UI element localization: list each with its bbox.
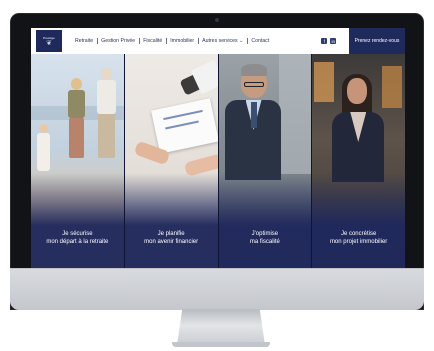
nav-item-autres-services[interactable]: Autres services ⌄	[202, 38, 243, 44]
logo[interactable]: Prestige ❦	[36, 30, 62, 52]
camera-dot	[215, 18, 219, 22]
panel-overlay	[31, 173, 124, 268]
caption-line2: mon projet immobilier	[329, 238, 388, 245]
caption-line1: Je concrétise	[340, 231, 377, 237]
panel-overlay	[218, 173, 312, 268]
monitor-frame: Prestige ❦ Retraite Gestion Privée Fisca…	[10, 13, 424, 310]
nav-divider	[165, 38, 167, 44]
caption-line1: J'optimise	[251, 231, 279, 237]
hero-panel-retraite[interactable]: Je sécurise mon départ à la retraite	[31, 54, 124, 268]
laurel-icon: ❦	[46, 39, 52, 47]
nav-item-contact[interactable]: Contact	[251, 38, 269, 44]
hero-panel-fiscalite[interactable]: J'optimise ma fiscalité	[217, 54, 312, 268]
panel-caption: Je concrétise mon projet immobilier	[312, 231, 405, 246]
main-nav: Retraite Gestion Privée Fiscalité Immobi…	[75, 28, 269, 54]
nav-item-fiscalite[interactable]: Fiscalité	[143, 38, 162, 44]
nav-divider	[197, 38, 199, 44]
monitor-stand-base	[172, 342, 270, 347]
nav-item-retraite[interactable]: Retraite	[75, 38, 93, 44]
panel-overlay	[312, 173, 405, 268]
nav-divider	[246, 38, 248, 44]
book-appointment-button[interactable]: Prenez rendez-vous	[349, 28, 405, 54]
nav-item-immobilier[interactable]: Immobilier	[170, 38, 194, 44]
panel-caption: Je sécurise mon départ à la retraite	[31, 231, 124, 246]
panel-caption: Je planifie mon avenir financier	[125, 231, 218, 246]
hero-panels: Je sécurise mon départ à la retraite Je …	[31, 54, 405, 268]
panel-caption: J'optimise ma fiscalité	[219, 231, 312, 246]
social-links: f in	[321, 38, 337, 44]
site-header: Prestige ❦ Retraite Gestion Privée Fisca…	[31, 28, 405, 54]
caption-line2: ma fiscalité	[249, 238, 280, 245]
linkedin-icon[interactable]: in	[330, 38, 337, 44]
hero-panel-immobilier[interactable]: Je concrétise mon projet immobilier	[311, 54, 405, 268]
caption-line2: mon départ à la retraite	[46, 238, 109, 245]
nav-divider	[138, 38, 140, 44]
nav-item-gestion-privee[interactable]: Gestion Privée	[101, 38, 135, 44]
caption-line1: Je sécurise	[62, 231, 93, 237]
nav-divider	[96, 38, 98, 44]
facebook-icon[interactable]: f	[321, 38, 328, 44]
hero-panel-planification[interactable]: Je planifie mon avenir financier	[123, 54, 218, 268]
caption-line2: mon avenir financier	[144, 238, 199, 245]
monitor-stand	[177, 309, 265, 345]
panel-overlay	[124, 173, 218, 268]
monitor-chin	[10, 268, 424, 310]
caption-line1: Je planifie	[157, 231, 185, 237]
website-screen: Prestige ❦ Retraite Gestion Privée Fisca…	[31, 28, 405, 268]
